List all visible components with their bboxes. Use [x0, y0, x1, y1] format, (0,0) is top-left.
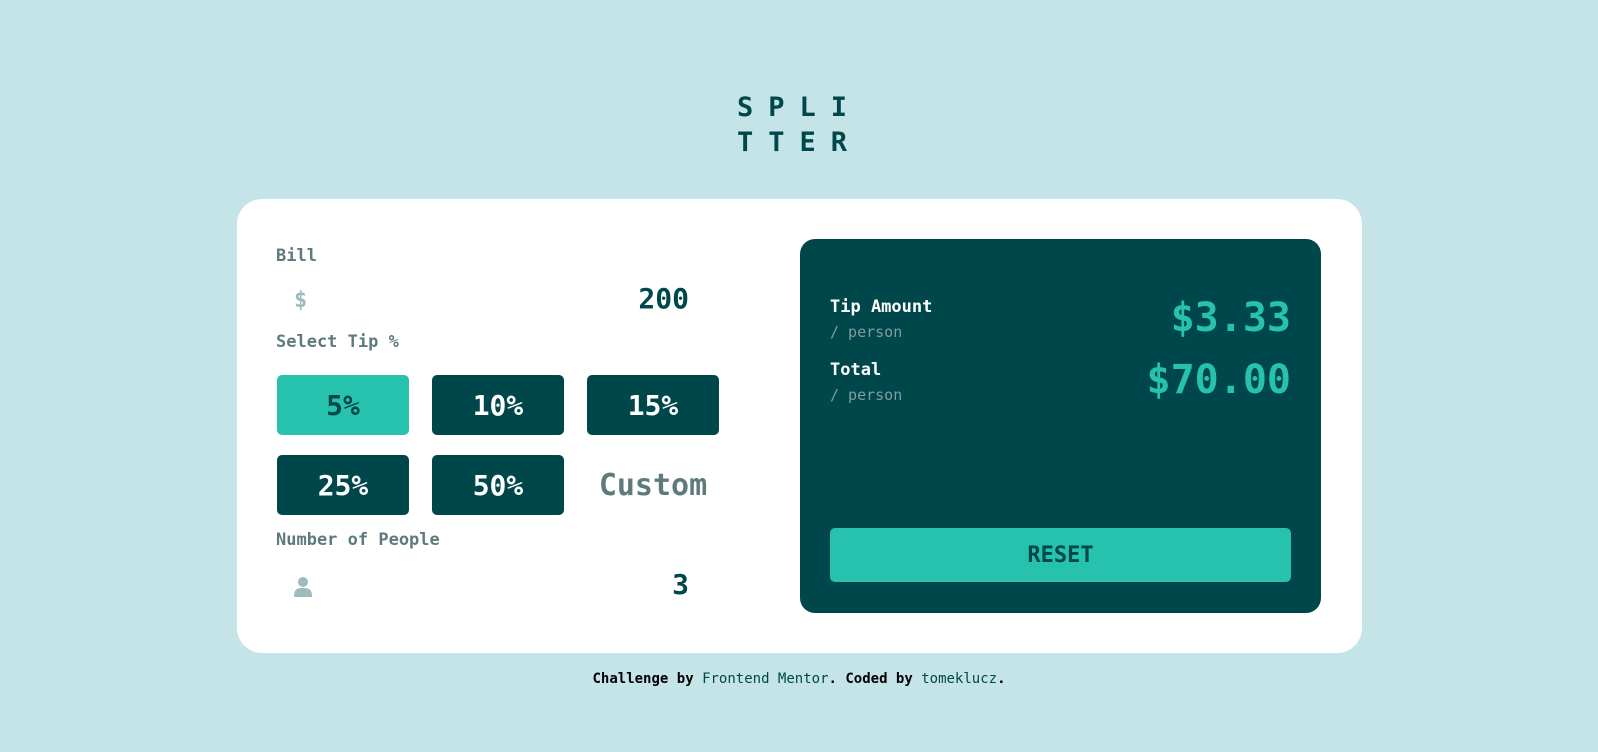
- reset-button[interactable]: RESET: [830, 528, 1291, 582]
- people-input[interactable]: 3: [276, 563, 709, 609]
- footer-prefix: Challenge by: [592, 671, 703, 687]
- tip-amount-value: $3.33: [1170, 295, 1291, 341]
- custom-tip-input[interactable]: Custom: [587, 455, 719, 515]
- select-tip-label: Select Tip %: [276, 332, 399, 352]
- total-label: Total: [830, 360, 882, 380]
- bill-input[interactable]: $ 200: [276, 277, 709, 323]
- tip-button-10[interactable]: 10%: [432, 375, 564, 435]
- total-sub: / person: [830, 386, 903, 404]
- footer-attribution: Challenge by Frontend Mentor. Coded by t…: [0, 671, 1598, 687]
- footer-middle: . Coded by: [828, 671, 922, 687]
- footer-suffix: .: [997, 671, 1006, 687]
- logo-line-2: TTER: [737, 127, 863, 158]
- author-link[interactable]: tomeklucz: [921, 671, 997, 687]
- dollar-icon: $: [294, 288, 308, 313]
- logo-line-1: SPLI: [737, 92, 863, 123]
- tip-amount-label: Tip Amount: [830, 297, 933, 317]
- results-panel: Tip Amount / person $3.33 Total / person…: [800, 239, 1321, 613]
- tip-button-25[interactable]: 25%: [277, 455, 409, 515]
- bill-label: Bill: [276, 246, 317, 266]
- bill-value[interactable]: 200: [638, 282, 689, 315]
- people-value[interactable]: 3: [672, 568, 689, 601]
- tip-button-5[interactable]: 5%: [277, 375, 409, 435]
- person-icon: [294, 577, 312, 603]
- tip-button-50[interactable]: 50%: [432, 455, 564, 515]
- calculator-card: Bill $ 200 Select Tip % 5% 10% 15% 25% 5…: [237, 199, 1362, 653]
- frontend-mentor-link[interactable]: Frontend Mentor: [702, 671, 828, 687]
- total-value: $70.00: [1146, 357, 1292, 403]
- tip-amount-sub: / person: [830, 323, 903, 341]
- people-label: Number of People: [276, 530, 440, 550]
- app-logo: SPLI TTER: [737, 90, 867, 160]
- tip-button-15[interactable]: 15%: [587, 375, 719, 435]
